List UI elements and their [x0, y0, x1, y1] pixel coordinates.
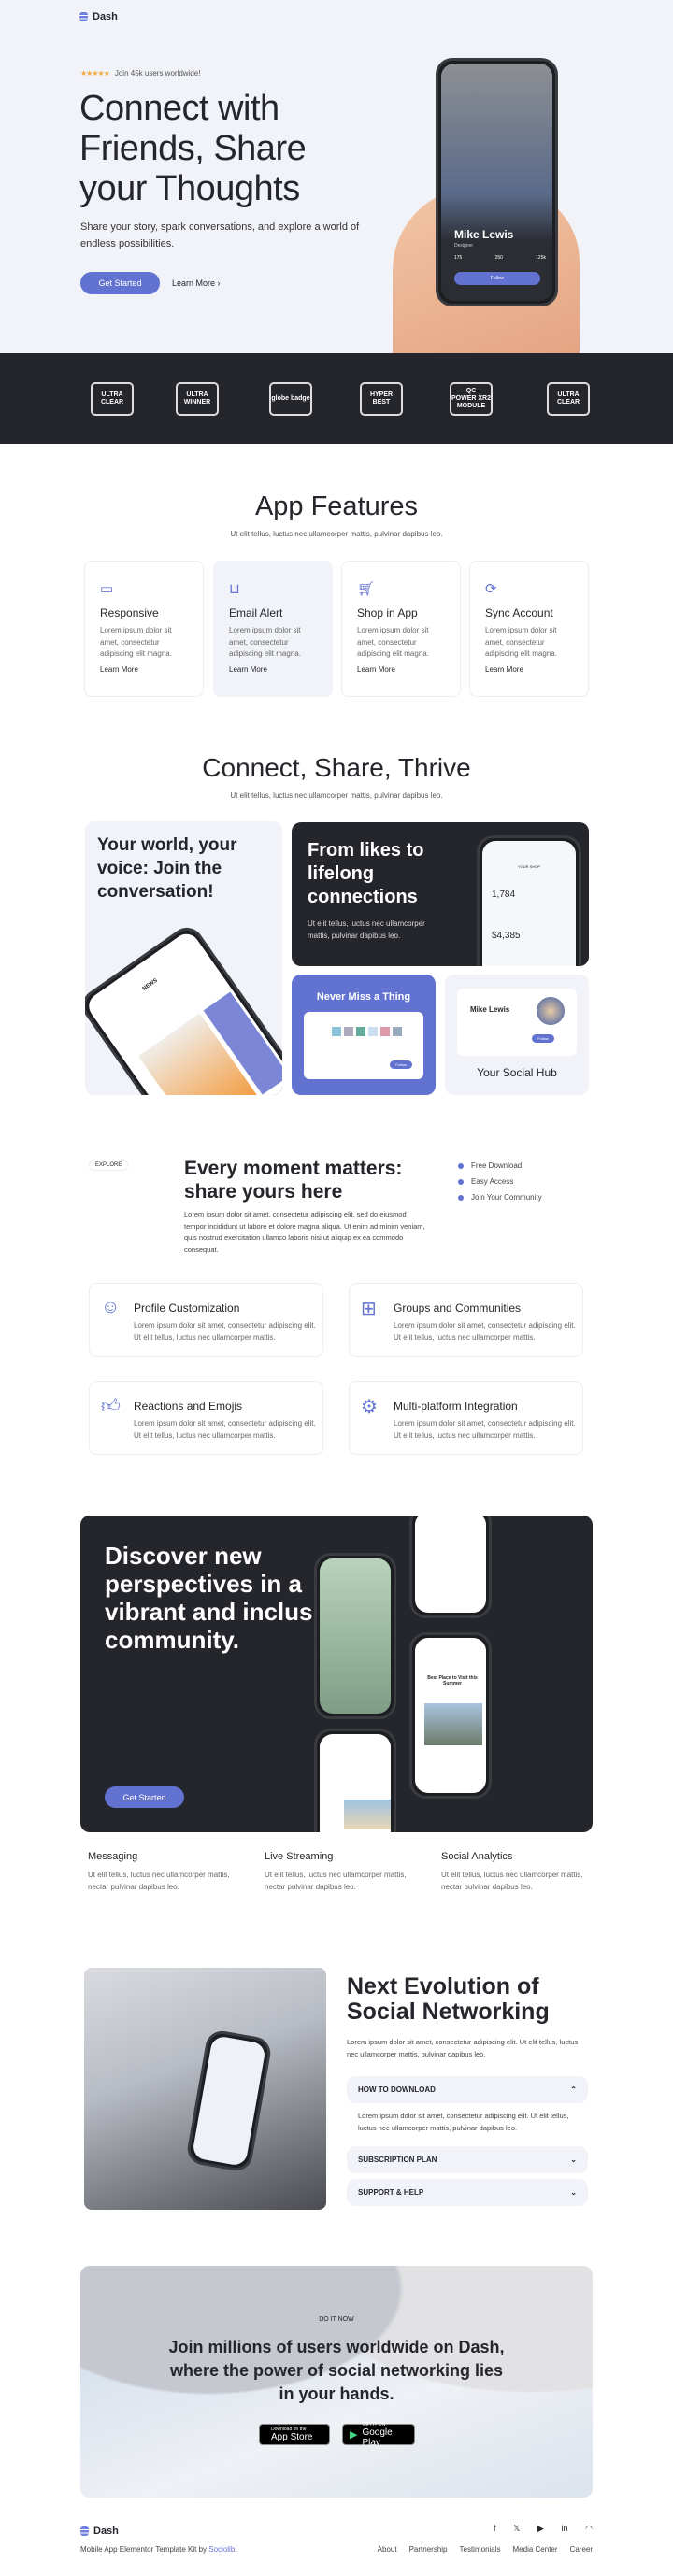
header-logo[interactable]: Dash	[79, 11, 118, 22]
check-circle-icon	[458, 1162, 464, 1169]
google-play-button[interactable]: ▶ GET IT ON Google Play	[342, 2422, 415, 2448]
footer-link[interactable]: About	[378, 2545, 397, 2554]
award-logo: ULTRA CLEAR	[547, 382, 590, 416]
feature-card: ▭ Responsive Lorem ipsum dolor sit amet, c…	[84, 561, 204, 697]
discover-get-started-button[interactable]: Get Started	[105, 1786, 184, 1808]
feature-card: ☺ Profile Customization Lorem ipsum dolor …	[89, 1283, 323, 1357]
hero-subtitle: Share your story, spark conversations, a…	[80, 221, 360, 249]
stars-icon: ★★★★★	[80, 69, 110, 78]
feature-card: ⊞ Groups and Communities Lorem ipsum dolor…	[349, 1283, 583, 1357]
follow-button: Follow	[454, 272, 540, 285]
hero-phone: Mike Lewis Designer 175 250 125k Follow	[436, 58, 558, 306]
rss-icon[interactable]: ◠	[585, 2524, 593, 2534]
feature-column: Social Analytics Ut elit tellus, luctus n…	[441, 1851, 583, 1891]
explore-badge: EXPLORE	[89, 1160, 129, 1171]
thumbs-up-icon: 👍︎	[101, 1396, 121, 1416]
footer-link[interactable]: Media Center	[513, 2545, 558, 2554]
bento-title: Connect, Share, Thrive	[202, 753, 471, 782]
checklist-item: Join Your Community	[458, 1193, 542, 1202]
bento-card-social-hub: Mike Lewis Follow Your Social Hub	[445, 975, 589, 1095]
learn-more-link[interactable]: Learn More	[100, 665, 188, 674]
notification-list: Follow	[304, 1012, 423, 1079]
feature-card: ⟳ Sync Account Lorem ipsum dolor sit amet,…	[469, 561, 589, 697]
smiley-icon: ☺	[101, 1297, 121, 1317]
feature-card: ⚙ Multi-platform Integration Lorem ipsum d…	[349, 1381, 583, 1455]
person-with-phone-image	[84, 1968, 326, 2210]
award-logo: globe badge	[269, 382, 312, 416]
feature-column: Messaging Ut elit tellus, luctus nec ulla…	[88, 1851, 230, 1891]
check-circle-icon	[458, 1194, 464, 1201]
award-logo: ULTRA WINNER	[176, 382, 219, 416]
explore-title: Every moment matters: share yours here	[184, 1158, 403, 1203]
chat-phone	[314, 1729, 396, 1832]
cart-icon: 🛒︎	[357, 581, 376, 597]
learn-more-link[interactable]: Learn More	[485, 665, 573, 674]
linkedin-icon[interactable]: in	[561, 2524, 567, 2534]
chevron-down-icon: ⌄	[570, 2188, 577, 2197]
chevron-up-icon: ⌃	[570, 2085, 577, 2094]
footer-link[interactable]: Career	[570, 2545, 593, 2554]
gift-icon: ⊞	[361, 1299, 377, 1319]
hero-title: Connect with Friends, Share your Thoughts	[79, 89, 307, 208]
rating: ★★★★★ Join 45k users worldwide!	[80, 69, 201, 78]
learn-more-link[interactable]: Learn More	[229, 665, 317, 674]
get-started-button[interactable]: Get Started	[80, 272, 160, 294]
app-store-button[interactable]: Download on the App Store	[259, 2424, 330, 2445]
bento-card-world: Your world, your voice: Join the convers…	[85, 821, 282, 1095]
gear-icon: ⚙	[361, 1397, 378, 1417]
footer-credit: Mobile App Elementor Template Kit by Soc…	[80, 2545, 237, 2554]
play-icon: ▶	[350, 2429, 358, 2441]
accordion-how-to-download[interactable]: HOW TO DOWNLOAD ⌃	[347, 2076, 588, 2103]
award-logo: ULTRA CLEAR	[91, 382, 134, 416]
learn-more-link[interactable]: Learn More ›	[172, 278, 221, 288]
logo-icon	[79, 12, 88, 21]
travel-phone: Best Place to Visit this Summer	[409, 1632, 492, 1799]
feature-column: Live Streaming Ut elit tellus, luctus nec…	[265, 1851, 407, 1891]
features-subtitle: Ut elit tellus, luctus nec ullamcorper m…	[230, 530, 443, 538]
bento-card-connections: From likes to lifelong connections Ut el…	[292, 822, 589, 966]
sync-icon: ⟳	[485, 581, 497, 597]
footer-logo[interactable]: Dash	[80, 2526, 119, 2537]
footer-link[interactable]: Partnership	[409, 2545, 448, 2554]
live-stream-phone	[314, 1553, 396, 1719]
footer-link[interactable]: Testimonials	[460, 2545, 501, 2554]
feature-card: ⊔ Email Alert Lorem ipsum dolor sit amet, …	[213, 561, 333, 697]
sociolib-link[interactable]: Sociolib	[208, 2545, 235, 2554]
reviews-phone	[409, 1516, 492, 1618]
devices-icon: ▭	[100, 581, 114, 597]
award-logo: QC POWER XR2 MODULE	[450, 382, 493, 416]
bento-card-never-miss: Never Miss a Thing Follow	[292, 975, 436, 1095]
youtube-icon[interactable]: ▶	[537, 2524, 544, 2534]
avatar	[537, 997, 565, 1025]
explore-text: Lorem ipsum dolor sit amet, consectetur …	[184, 1210, 425, 1255]
news-phone: NEWS	[85, 920, 282, 1095]
features-title: App Features	[254, 491, 419, 521]
cta-eyebrow: DO IT NOW	[319, 2316, 354, 2323]
evolution-text: Lorem ipsum dolor sit amet, consectetur …	[347, 2038, 579, 2058]
learn-more-link[interactable]: Learn More	[357, 665, 445, 674]
logo-icon	[80, 2526, 89, 2536]
chevron-down-icon: ⌄	[570, 2156, 577, 2164]
checklist-item: Free Download	[458, 1161, 522, 1170]
award-logo: HYPER BEST	[360, 382, 403, 416]
feature-card: 🛒︎ Shop in App Lorem ipsum dolor sit amet,…	[341, 561, 461, 697]
check-circle-icon	[458, 1178, 464, 1185]
feature-card: 👍︎ Reactions and Emojis Lorem ipsum dolor …	[89, 1381, 323, 1455]
accordion-content: Lorem ipsum dolor sit amet, consectetur …	[358, 2112, 569, 2132]
evolution-title: Next Evolution of Social Networking	[347, 1973, 550, 2025]
cta-title: Join millions of users worldwide on Dash…	[168, 2338, 505, 2403]
twitter-icon[interactable]: 𝕏	[513, 2524, 520, 2534]
discover-banner: Discover new perspectives in a vibrant a…	[80, 1516, 593, 1832]
bento-subtitle: Ut elit tellus, luctus nec ullamcorper m…	[230, 791, 443, 800]
shop-phone: YOUR SHOP 1,784 $4,385	[477, 835, 581, 966]
inbox-icon: ⊔	[229, 581, 240, 597]
facebook-icon[interactable]: f	[494, 2524, 496, 2534]
accordion-support-help[interactable]: SUPPORT & HELP ⌄	[347, 2179, 588, 2206]
checklist-item: Easy Access	[458, 1177, 513, 1186]
accordion-subscription-plan[interactable]: SUBSCRIPTION PLAN ⌄	[347, 2146, 588, 2173]
